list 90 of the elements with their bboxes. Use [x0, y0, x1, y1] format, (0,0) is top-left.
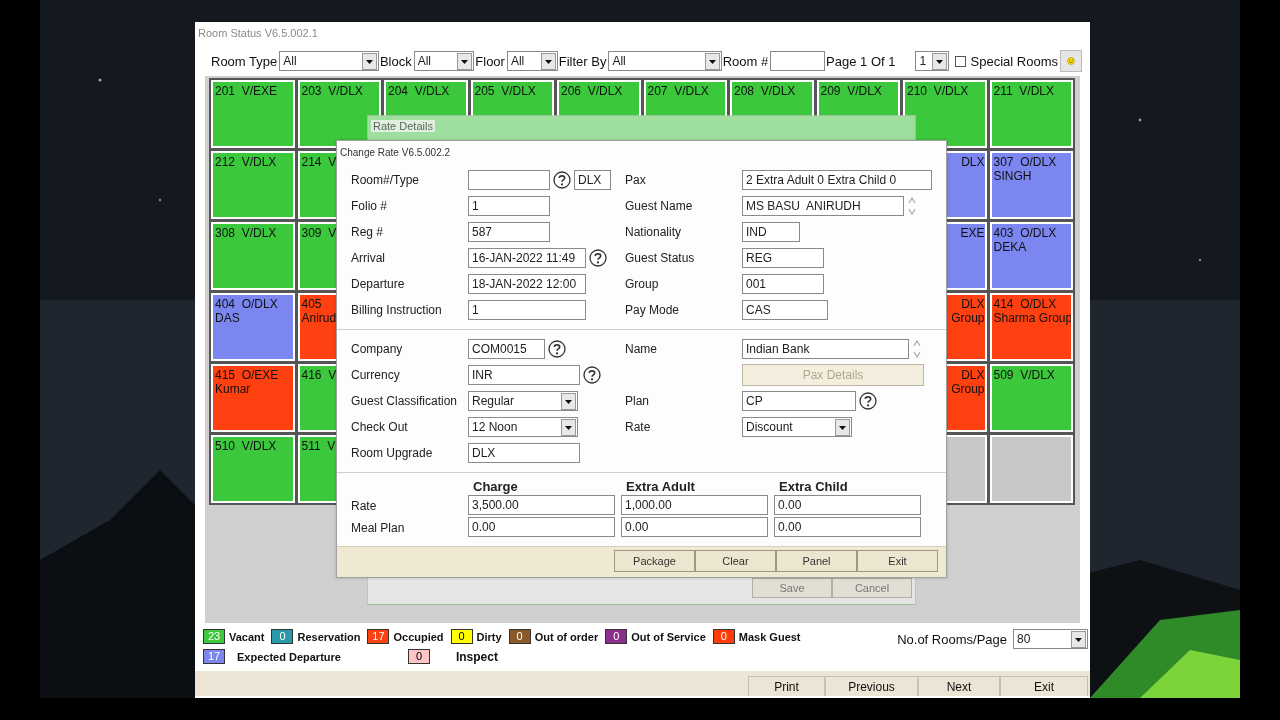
room-label: 203 V/DLX [301, 84, 363, 98]
room-label: 416 V [301, 368, 337, 382]
field-label: Company [351, 341, 404, 358]
room-label: 509 V/DLX [993, 368, 1055, 382]
room-label: 308 V/DLX [215, 226, 277, 240]
field-label: Room#/Type [351, 172, 421, 189]
room-label: 205 V/DLX [474, 84, 536, 98]
guest-name: Group [951, 382, 985, 396]
field-label: Check Out [351, 419, 409, 436]
legend-count: 0 [508, 629, 531, 644]
legend-count: 23 [203, 629, 225, 644]
room-label: 214 V [301, 155, 337, 169]
room-label: 206 V/DLX [561, 84, 623, 98]
room-label: 208 V/DLX [734, 84, 796, 98]
column-header: Extra Child [778, 479, 849, 494]
column-header: Extra Adult [625, 479, 696, 494]
legend-count: 17 [367, 629, 390, 644]
field-label: Nationality [625, 224, 683, 241]
filter-label: Filter By [558, 53, 607, 69]
field-label: Plan [625, 393, 651, 410]
legend-count: 0 [712, 629, 735, 644]
field-label: Currency [351, 367, 401, 384]
room-label: EXE [960, 226, 985, 240]
room-label: 511 V [301, 439, 336, 453]
filter-label: Floor [475, 53, 505, 69]
legend-label: Expected Departure [237, 650, 341, 663]
room-label: DLX [961, 155, 985, 169]
guest-name: Sharma Group [993, 311, 1071, 325]
rooms-per-page-label: No.of Rooms/Page [897, 631, 1007, 647]
row-label: Meal Plan [351, 519, 406, 537]
room-label: 309 V [301, 226, 337, 240]
room-label: 211 V/DLX [993, 84, 1054, 98]
room-label: 405 [301, 297, 322, 311]
field-label: Rate [625, 419, 652, 436]
guest-name: Kumar [215, 382, 251, 396]
guest-name: SINGH [993, 169, 1032, 183]
room-label: 212 V/DLX [215, 155, 277, 169]
field-label: Group [625, 276, 660, 293]
field-label: Departure [351, 276, 406, 293]
legend-label: Mask Guest [738, 630, 801, 643]
legend-label: Occupied [393, 630, 444, 643]
field-label: Folio # [351, 198, 389, 215]
legend-count: 0 [407, 649, 430, 664]
room-label: 414 O/DLX [993, 297, 1057, 311]
field-label: Reg # [351, 224, 385, 241]
legend-count: 17 [203, 649, 225, 664]
field-label: Name [625, 341, 658, 358]
page-indicator: Page 1 Of 1 [826, 53, 896, 69]
legend-count: 0 [605, 629, 628, 644]
room-label: 307 O/DLX [993, 155, 1057, 169]
legend-label: Out of order [534, 630, 599, 643]
room-label: 209 V/DLX [820, 84, 882, 98]
filter-label: Block [379, 53, 412, 69]
field-label: Guest Status [625, 250, 696, 267]
field-label: Arrival [351, 250, 386, 267]
room-label: 404 O/DLX [215, 297, 278, 311]
field-label: Guest Name [625, 198, 694, 215]
room-label: 210 V/DLX [907, 84, 969, 98]
room-label: 510 V/DLX [215, 439, 277, 453]
legend-count: 0 [450, 629, 473, 644]
checkbox-label: Special Rooms [970, 53, 1058, 69]
room-label: 415 O/EXE [215, 368, 279, 382]
field-label: Pay Mode [625, 302, 681, 319]
room-label: 207 V/DLX [647, 84, 709, 98]
room-label: DLX [961, 368, 985, 382]
legend-count: 0 [271, 629, 294, 644]
legend-label: Out of Service [631, 630, 706, 643]
guest-name: DEKA [993, 240, 1027, 254]
window-title: Room Status V6.5.002.1 [197, 26, 318, 41]
guest-name: Group [951, 311, 985, 325]
room-label: 204 V/DLX [388, 84, 450, 98]
legend-label: Vacant [229, 630, 265, 643]
guest-name: DAS [215, 311, 240, 325]
field-label: Billing Instruction [351, 302, 443, 319]
field-label: Pax [625, 172, 647, 189]
row-label: Rate [351, 497, 378, 515]
guest-name: Anirud [301, 311, 337, 325]
room-label: 201 V/EXE [215, 84, 278, 98]
room-label: 403 O/DLX [993, 226, 1057, 240]
dialog-title: Rate Details [371, 120, 435, 132]
legend-label: Reservation [297, 630, 361, 643]
legend-label: Inspect [455, 649, 498, 664]
room-label: DLX [961, 297, 985, 311]
field-label: Guest Classification [351, 393, 459, 410]
dialog-title: Change Rate V6.5.002.2 [339, 146, 451, 160]
field-label: Room Upgrade [351, 445, 434, 462]
filter-label: Room Type [211, 53, 278, 69]
filter-label: Room # [722, 53, 769, 69]
legend-label: Dirty [476, 630, 502, 643]
column-header: Charge [472, 479, 519, 494]
